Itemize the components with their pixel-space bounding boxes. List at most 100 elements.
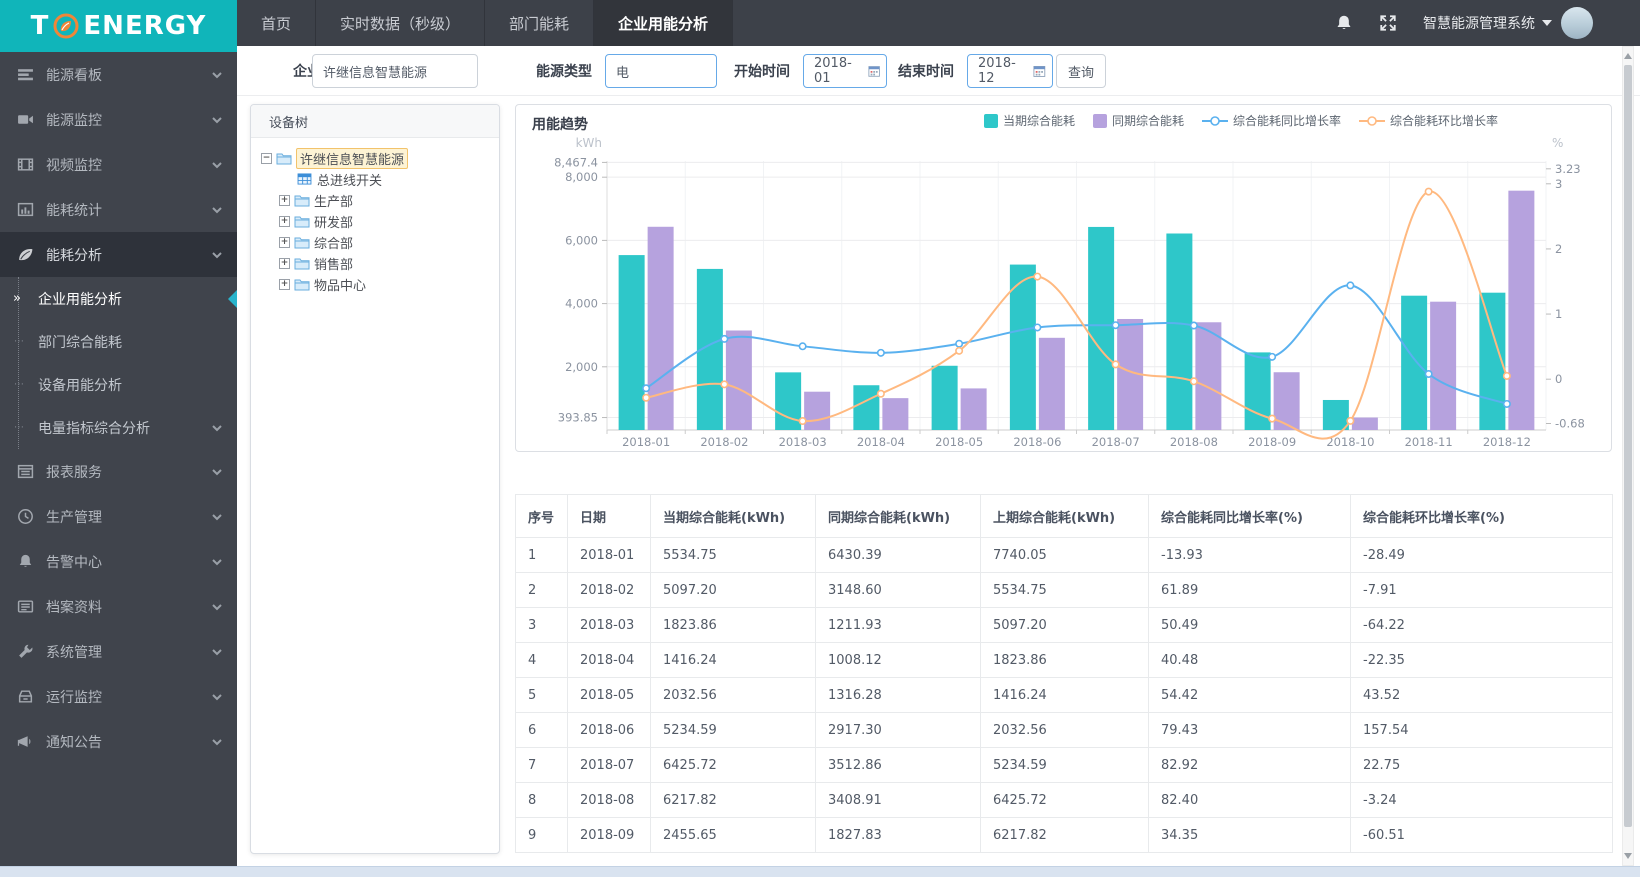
svg-text:3: 3: [1555, 177, 1562, 191]
table-cell: 1008.12: [815, 642, 981, 678]
table-cell: 1823.86: [650, 607, 816, 643]
avatar[interactable]: [1561, 7, 1593, 39]
tree-expander-icon[interactable]: +: [279, 279, 290, 290]
sidebar-item[interactable]: 系统管理: [0, 629, 237, 674]
table-cell: 7: [515, 747, 568, 783]
svg-text:4,000: 4,000: [565, 297, 598, 311]
sidebar: 能源看板 能源监控 视频监控 能耗统计 能耗分析 » 企业用能分析 ⋯ 部门综合能耗 ⋯ 设备用能分…: [0, 52, 237, 866]
sidebar-subitem[interactable]: ⋯ 电量指标综合分析: [0, 406, 237, 449]
nav-tab[interactable]: 企业用能分析: [594, 0, 734, 46]
table-cell: 8: [515, 782, 568, 818]
svg-text:2018-03: 2018-03: [779, 435, 827, 449]
archive-icon: [17, 598, 34, 615]
table-cell: 2032.56: [980, 712, 1149, 748]
tree-node[interactable]: + 生产部: [251, 190, 499, 211]
query-button[interactable]: 查询: [1056, 54, 1106, 88]
end-time-value: 2018-12: [978, 56, 1016, 86]
app-window: 首页 实时数据（秒级） 部门能耗 企业用能分析 智慧能源管理系统 T ENERG…: [0, 0, 1640, 877]
company-select-value: 许继信息智慧能源: [323, 65, 428, 81]
company-select[interactable]: 许继信息智慧能源: [312, 54, 478, 88]
tree-expander-icon[interactable]: +: [279, 216, 290, 227]
table-cell: 5534.75: [650, 537, 816, 573]
tree-node[interactable]: 总进线开关: [251, 169, 499, 190]
table-cell: 1211.93: [815, 607, 981, 643]
nav-tab[interactable]: 实时数据（秒级）: [316, 0, 486, 46]
energy-type-select[interactable]: 电: [605, 54, 717, 88]
sidebar-subitem-label: 部门综合能耗: [38, 334, 122, 351]
table-cell: 1316.28: [815, 677, 981, 713]
folder-icon: [294, 257, 310, 270]
notification-bell-icon[interactable]: [1335, 14, 1353, 32]
table-cell: 9: [515, 817, 568, 853]
tree-node[interactable]: + 综合部: [251, 232, 499, 253]
sidebar-item[interactable]: 能耗分析: [0, 232, 237, 277]
sidebar-subitem[interactable]: ⋯ 部门综合能耗: [0, 320, 237, 363]
nav-tab[interactable]: 首页: [237, 0, 317, 46]
sidebar-item[interactable]: 档案资料: [0, 584, 237, 629]
table-cell: 2018-07: [567, 747, 651, 783]
top-nav-tabs: 首页 实时数据（秒级） 部门能耗 企业用能分析: [237, 0, 734, 46]
scroll-up-arrow-icon[interactable]: [1623, 49, 1633, 63]
tree-expander-icon[interactable]: +: [279, 258, 290, 269]
svg-text:393.85: 393.85: [558, 411, 598, 425]
bar-0-6: [1088, 226, 1115, 430]
start-time-input[interactable]: 2018-01: [803, 54, 887, 88]
scroll-down-arrow-icon[interactable]: [1623, 849, 1633, 863]
table-cell: 1416.24: [650, 642, 816, 678]
device-tree-panel: 设备树 − 许继信息智慧能源 总进线开关 + 生产部 + 研发部 + 综合部 + 销售部 + 物品中心: [250, 104, 500, 854]
sidebar-item[interactable]: 能源看板: [0, 52, 237, 97]
svg-text:kWh: kWh: [576, 136, 602, 150]
tree-node[interactable]: − 许继信息智慧能源: [251, 148, 499, 169]
end-time-input[interactable]: 2018-12: [967, 54, 1053, 88]
svg-text:8,000: 8,000: [565, 170, 598, 184]
sidebar-item[interactable]: 视频监控: [0, 142, 237, 187]
table-cell: 50.49: [1148, 607, 1351, 643]
tree-node[interactable]: + 研发部: [251, 211, 499, 232]
sidebar-item[interactable]: 能源监控: [0, 97, 237, 142]
sidebar-item[interactable]: 生产管理: [0, 494, 237, 539]
table-cell: 54.42: [1148, 677, 1351, 713]
svg-text:2018-12: 2018-12: [1483, 435, 1531, 449]
table-cell: 6430.39: [815, 537, 981, 573]
sidebar-item[interactable]: 能耗统计: [0, 187, 237, 232]
nav-tab[interactable]: 部门能耗: [485, 0, 595, 46]
legend-item[interactable]: 当期综合能耗: [984, 112, 1075, 129]
sidebar-item[interactable]: 告警中心: [0, 539, 237, 584]
fullscreen-icon[interactable]: [1379, 14, 1397, 32]
sidebar-item-label: 告警中心: [46, 554, 102, 571]
table-header-row: 序号 日期 当期综合能耗(kWh) 同期综合能耗(kWh) 上期综合能耗(kWh) 综合能…: [515, 494, 1613, 538]
table-cell: 43.52: [1350, 677, 1613, 713]
svg-text:6,000: 6,000: [565, 233, 598, 247]
sidebar-subitem[interactable]: » 企业用能分析: [0, 277, 237, 320]
wrench-icon: [17, 643, 34, 660]
tree-node-label: 总进线开关: [317, 174, 383, 189]
tree-expander-icon[interactable]: +: [279, 195, 290, 206]
table-cell: 2018-08: [567, 782, 651, 818]
sidebar-item[interactable]: 运行监控: [0, 674, 237, 719]
legend-item[interactable]: 综合能耗同比增长率: [1202, 112, 1341, 129]
table-header-cell: 综合能耗环比增长率(%): [1350, 494, 1613, 538]
sidebar-subitem[interactable]: ⋯ 设备用能分析: [0, 363, 237, 406]
legend-item[interactable]: 综合能耗环比增长率: [1359, 112, 1498, 129]
chevron-down-icon: [211, 556, 223, 568]
table-cell: 6217.82: [980, 817, 1149, 853]
chevron-down-icon: [211, 691, 223, 703]
tree-expander-icon[interactable]: −: [261, 153, 272, 164]
bar-0-4: [931, 365, 958, 430]
sidebar-item[interactable]: 通知公告: [0, 719, 237, 764]
sidebar-subitem-label: 电量指标综合分析: [38, 420, 150, 437]
legend-item[interactable]: 同期综合能耗: [1093, 112, 1184, 129]
bar-1-10: [1430, 301, 1457, 430]
bar-1-11: [1508, 190, 1535, 430]
sidebar-item[interactable]: 报表服务: [0, 449, 237, 494]
tree-node[interactable]: + 销售部: [251, 253, 499, 274]
system-menu[interactable]: 智慧能源管理系统: [1423, 13, 1552, 33]
vertical-scrollbar[interactable]: [1622, 46, 1634, 866]
tree-expander-icon[interactable]: +: [279, 237, 290, 248]
horizontal-scrollbar[interactable]: [0, 866, 1640, 877]
vertical-scrollbar-thumb[interactable]: [1624, 65, 1632, 827]
folder-icon: [294, 194, 310, 207]
table-cell: -3.24: [1350, 782, 1613, 818]
table-row: 3 2018-03 1823.86 1211.93 5097.20 50.49 -64.22: [515, 607, 1613, 643]
tree-node[interactable]: + 物品中心: [251, 274, 499, 295]
